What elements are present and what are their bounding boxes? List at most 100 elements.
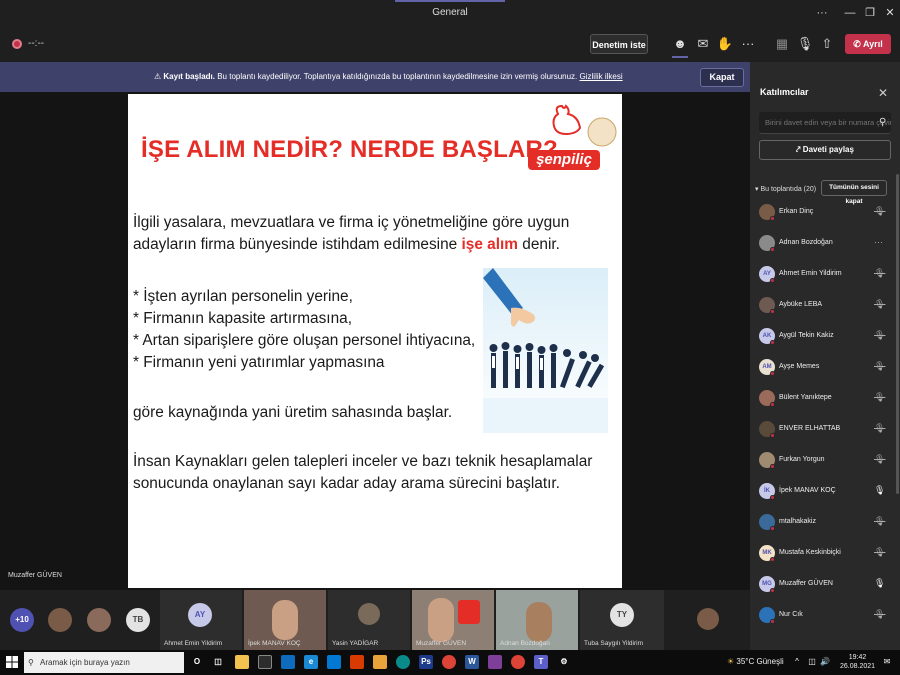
close-window-button[interactable]: ✕ <box>880 4 900 22</box>
volume-icon[interactable]: 🔊 <box>818 655 832 669</box>
minimize-button[interactable]: — <box>840 4 860 22</box>
calendar-icon[interactable] <box>327 655 341 669</box>
participant-row[interactable]: MG Muzaffer GÜVEN 🎙 <box>750 570 900 601</box>
share-icon: ⤤ <box>796 145 801 154</box>
participant-row[interactable]: Adnan Bozdoğan ··· <box>750 229 900 260</box>
close-icon[interactable]: ✕ <box>878 86 888 100</box>
mic-muted-icon: 🎙 <box>874 609 886 619</box>
more-options-icon[interactable]: ··· <box>874 237 883 247</box>
participant-name: Adnan Bozdoğan <box>779 239 833 246</box>
mail-icon[interactable] <box>281 655 295 669</box>
presence-status-icon <box>770 402 775 407</box>
participant-row[interactable]: Aybüke LEBA 🎙 <box>750 291 900 322</box>
notifications-icon[interactable]: ✉ <box>880 655 894 669</box>
weather-widget[interactable]: ☀ 35°C Güneşli <box>727 657 784 666</box>
video-tile[interactable]: Adnan Bozdoğan <box>496 590 578 650</box>
cortana-icon[interactable]: O <box>190 655 204 669</box>
weather-text: 35°C Güneşli <box>736 657 784 666</box>
store-icon[interactable] <box>258 655 272 669</box>
clock-date: 26.08.2021 <box>840 663 876 670</box>
taskbar-search-input[interactable]: ⚲ Aramak için buraya yazın <box>24 652 184 673</box>
overflow-participants-button[interactable]: +10 <box>10 608 34 632</box>
participant-avatar-tb[interactable]: TB <box>126 608 150 632</box>
camera-off-icon[interactable]: ▦ <box>772 34 792 54</box>
in-meeting-count[interactable]: ▾ Bu toplantıda (20) <box>755 185 816 193</box>
leave-button[interactable]: ✆ Ayrıl <box>845 34 891 54</box>
share-tray-icon[interactable]: ⇧ <box>817 34 837 54</box>
in-meeting-label: Bu toplantıda (20) <box>760 186 817 193</box>
app-icon[interactable] <box>373 655 387 669</box>
network-icon[interactable]: ◫ <box>805 655 819 669</box>
video-tile[interactable]: TY Tuba Saygılı Yildirim <box>580 590 664 650</box>
more-actions-icon[interactable]: ··· <box>738 34 758 54</box>
teams-icon[interactable]: T <box>534 655 548 669</box>
invite-search-input[interactable] <box>759 112 891 134</box>
participant-row[interactable]: mtalhakakiz 🎙 <box>750 508 900 539</box>
participant-avatar-photo[interactable] <box>697 608 719 630</box>
participant-avatar-photo[interactable] <box>87 608 111 632</box>
participant-row[interactable]: İK İpek MANAV KOÇ 🎙 <box>750 477 900 508</box>
participants-active-indicator <box>672 56 688 58</box>
reactions-icon[interactable]: ✋ <box>715 34 735 54</box>
video-tile[interactable]: Muzaffer GÜVEN <box>412 590 494 650</box>
app-icon[interactable] <box>350 655 364 669</box>
system-clock[interactable]: 19:42 26.08.2021 <box>840 653 875 671</box>
privacy-link[interactable]: Gizlilik ilkesi <box>580 72 623 81</box>
slide-heading: İŞE ALIM NEDİR? NERDE BAŞLAR? <box>141 136 558 163</box>
chrome-icon[interactable] <box>511 655 525 669</box>
presence-status-icon <box>770 588 775 593</box>
meeting-toolbar: --:-- Denetim iste ☻ ✉ ✋ ··· ▦ 🎙 ⇧ ✆ Ayr… <box>0 26 900 62</box>
participant-row[interactable]: Erkan Dinç 🎙 <box>750 198 900 229</box>
shared-screen-stage: İŞE ALIM NEDİR? NERDE BAŞLAR? şenpiliç İ… <box>0 92 750 590</box>
tile-name: Yasin YADİGAR <box>332 640 379 647</box>
app-icon[interactable] <box>488 655 502 669</box>
chevron-down-icon: ▾ <box>755 186 759 193</box>
participant-row[interactable]: AK Aygül Tekin Kakiz 🎙 <box>750 322 900 353</box>
participant-row[interactable]: MK Mustafa Keskinbiçki 🎙 <box>750 539 900 570</box>
settings-icon[interactable]: ⚙ <box>557 655 571 669</box>
participants-icon[interactable]: ☻ <box>670 34 690 54</box>
search-icon[interactable]: ⚲ <box>879 117 886 128</box>
edge-legacy-icon[interactable]: e <box>304 655 318 669</box>
more-icon[interactable]: ··· <box>812 4 832 22</box>
edge-icon[interactable] <box>396 655 410 669</box>
chat-icon[interactable]: ✉ <box>693 34 713 54</box>
participant-row[interactable]: Nur Cık 🎙 <box>750 601 900 632</box>
taskbar-search-placeholder: Aramak için buraya yazın <box>40 658 130 667</box>
video-tile[interactable]: Yasin YADİGAR <box>328 590 410 650</box>
request-control-button[interactable]: Denetim iste <box>590 34 648 54</box>
mute-all-button[interactable]: Tümünün sesini kapat <box>821 180 887 205</box>
participant-row[interactable]: AM Ayşe Memes 🎙 <box>750 353 900 384</box>
video-tile[interactable]: AY Ahmet Emin Yildirim <box>160 590 242 650</box>
windows-start-icon[interactable] <box>6 656 18 668</box>
video-tile[interactable]: İpek MANAV KOÇ <box>244 590 326 650</box>
chevron-up-icon[interactable]: ^ <box>790 655 804 669</box>
participant-row[interactable]: ENVER ELHATTAB 🎙 <box>750 415 900 446</box>
participant-video-strip: +10 TB AY Ahmet Emin Yildirim İpek MANAV… <box>0 590 750 650</box>
participant-name: Erkan Dinç <box>779 208 814 215</box>
participant-name: Aygül Tekin Kakiz <box>779 332 834 339</box>
maximize-button[interactable]: ❐ <box>860 4 880 22</box>
word-icon[interactable]: W <box>465 655 479 669</box>
presence-status-icon <box>770 619 775 624</box>
banner-close-button[interactable]: Kapat <box>700 68 744 87</box>
tile-name: Ahmet Emin Yildirim <box>164 640 223 647</box>
participant-name: Nur Cık <box>779 611 803 618</box>
recruitment-illustration <box>483 268 608 433</box>
task-view-icon[interactable]: ◫ <box>211 655 225 669</box>
phone-icon: ✆ <box>853 39 861 49</box>
share-invite-button[interactable]: ⤤ Daveti paylaş <box>759 140 891 160</box>
chrome-icon[interactable] <box>442 655 456 669</box>
participant-row[interactable]: Bülent Yanıktepe 🎙 <box>750 384 900 415</box>
mic-off-icon[interactable]: 🎙 <box>795 34 815 54</box>
participant-row[interactable]: Furkan Yorgun 🎙 <box>750 446 900 477</box>
file-explorer-icon[interactable] <box>235 655 249 669</box>
photoshop-icon[interactable]: Ps <box>419 655 433 669</box>
participant-avatar-photo[interactable] <box>48 608 72 632</box>
participant-row[interactable]: AY Ahmet Emin Yildirim 🎙 <box>750 260 900 291</box>
mic-muted-icon: 🎙 <box>874 361 886 371</box>
recording-indicator-icon <box>12 39 22 49</box>
slide-paragraph-1-line-1: İlgili yasalara, mevzuatlara ve firma iç… <box>133 214 570 231</box>
share-invite-label: Daveti paylaş <box>802 145 854 154</box>
participant-name: ENVER ELHATTAB <box>779 425 841 432</box>
